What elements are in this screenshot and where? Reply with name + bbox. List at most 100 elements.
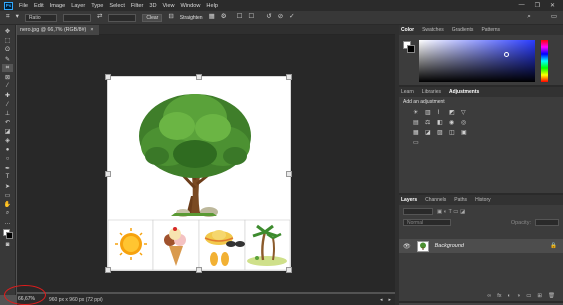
healing-brush-icon[interactable]: ✚ xyxy=(2,92,13,100)
clone-stamp-icon[interactable]: ⊥ xyxy=(2,110,13,118)
paint-bucket-icon[interactable]: ◈ xyxy=(2,137,13,145)
crop-handle-bottom-right[interactable] xyxy=(286,267,292,273)
color-balance-icon[interactable]: ⚖ xyxy=(425,119,434,126)
lasso-tool-icon[interactable]: ʘ xyxy=(2,46,13,54)
close-document-icon[interactable]: × xyxy=(90,27,93,33)
move-tool-icon[interactable]: ✥ xyxy=(2,28,13,36)
eraser-tool-icon[interactable]: ◪ xyxy=(2,128,13,136)
menu-3d[interactable]: 3D xyxy=(149,3,156,9)
status-arrow-right-icon[interactable]: ▸ xyxy=(388,297,391,303)
curves-icon[interactable]: ⌇ xyxy=(437,109,446,116)
content-aware-checkbox[interactable]: ☐ xyxy=(248,14,254,21)
menu-window[interactable]: Window xyxy=(181,3,201,9)
color-picker-marker[interactable] xyxy=(504,52,509,57)
tab-channels[interactable]: Channels xyxy=(425,197,446,203)
commit-check-icon[interactable]: ✓ xyxy=(289,14,294,21)
mask-icon[interactable]: ◐ xyxy=(508,293,511,299)
opacity-input[interactable] xyxy=(535,219,559,226)
menu-view[interactable]: View xyxy=(162,3,174,9)
ratio-dropdown[interactable]: Ratio xyxy=(24,13,57,22)
straighten-icon[interactable]: ⊟ xyxy=(168,14,173,21)
more-tools-icon[interactable]: … xyxy=(2,219,13,227)
vibrance-icon[interactable]: ▽ xyxy=(461,109,470,116)
restore-icon[interactable]: ❐ xyxy=(535,2,540,9)
tab-patterns[interactable]: Patterns xyxy=(481,27,500,33)
chevron-down-icon[interactable]: ▾ xyxy=(16,14,19,21)
type-tool-icon[interactable]: T xyxy=(2,174,13,182)
menu-file[interactable]: File xyxy=(19,3,28,9)
menu-layer[interactable]: Layer xyxy=(71,3,85,9)
swap-icon[interactable]: ⇄ xyxy=(97,14,102,21)
ratio-width-input[interactable] xyxy=(62,13,91,22)
filter-icons[interactable]: ▣ ◐ T ▭ ◪ xyxy=(437,209,465,215)
tab-layers[interactable]: Layers xyxy=(401,197,417,203)
menu-select[interactable]: Select xyxy=(109,3,125,9)
visibility-eye-icon[interactable]: 👁 xyxy=(403,243,411,250)
background-color-swatch[interactable] xyxy=(407,45,415,53)
dodge-tool-icon[interactable]: ○ xyxy=(2,155,13,163)
tab-adjustments[interactable]: Adjustments xyxy=(449,89,479,95)
frame-tool-icon[interactable]: ⊠ xyxy=(2,73,13,81)
posterize-icon[interactable]: ▨ xyxy=(437,129,446,136)
minimize-icon[interactable]: — xyxy=(519,2,525,9)
color-lookup-icon[interactable]: ▦ xyxy=(413,129,422,136)
close-icon[interactable]: ✕ xyxy=(550,2,555,9)
link-layers-icon[interactable]: ∞ xyxy=(487,293,491,299)
menu-image[interactable]: Image xyxy=(50,3,66,9)
trash-icon[interactable]: 🗑 xyxy=(548,293,555,299)
rectangle-tool-icon[interactable]: ▭ xyxy=(2,192,13,200)
grid-overlay-icon[interactable]: ▦ xyxy=(209,14,215,21)
black-white-icon[interactable]: ◧ xyxy=(437,119,446,126)
exposure-icon[interactable]: ◩ xyxy=(449,109,458,116)
settings-gear-icon[interactable]: ⚙ xyxy=(221,14,227,21)
quick-select-tool-icon[interactable]: ✎ xyxy=(2,55,13,63)
layer-kind-filter[interactable] xyxy=(403,208,433,215)
brush-tool-icon[interactable]: ⁄ xyxy=(2,101,13,109)
fx-icon[interactable]: fx xyxy=(497,293,501,299)
delete-cropped-checkbox[interactable]: ☐ xyxy=(237,14,243,21)
layer-name[interactable]: Background xyxy=(435,243,464,249)
tab-learn[interactable]: Learn xyxy=(401,89,414,95)
tab-color[interactable]: Color xyxy=(401,27,414,33)
path-select-icon[interactable]: ➤ xyxy=(2,183,13,191)
blend-mode-dropdown[interactable]: Normal xyxy=(403,219,451,226)
color-field[interactable] xyxy=(419,40,535,82)
photo-filter-icon[interactable]: ◉ xyxy=(449,119,458,126)
menu-type[interactable]: Type xyxy=(91,3,103,9)
reset-icon[interactable]: ↺ xyxy=(266,14,271,21)
selective-color-icon[interactable]: ▣ xyxy=(461,129,470,136)
tab-swatches[interactable]: Swatches xyxy=(422,27,444,33)
blur-tool-icon[interactable]: ● xyxy=(2,146,13,154)
clear-button[interactable]: Clear xyxy=(142,13,163,22)
hand-tool-icon[interactable]: ✋ xyxy=(2,201,13,209)
crop-handle-right[interactable] xyxy=(286,171,292,177)
gradient-map-icon[interactable]: ▭ xyxy=(413,139,422,146)
channel-mixer-icon[interactable]: ◎ xyxy=(461,119,470,126)
crop-handle-top-right[interactable] xyxy=(286,74,292,80)
color-swatches-icon[interactable] xyxy=(2,228,13,240)
menu-edit[interactable]: Edit xyxy=(34,3,44,9)
ratio-height-input[interactable] xyxy=(108,13,137,22)
crop-handle-bottom[interactable] xyxy=(196,267,202,273)
document-info[interactable]: 960 px x 960 px (72 ppi) xyxy=(49,297,103,303)
crop-tool-icon[interactable]: ⌗ xyxy=(6,14,10,21)
crop-handle-bottom-left[interactable] xyxy=(105,267,111,273)
artboard-tool-icon[interactable]: ⬚ xyxy=(2,37,13,45)
tab-gradients[interactable]: Gradients xyxy=(452,27,474,33)
workspace-icon[interactable]: ▭ xyxy=(551,14,557,21)
threshold-icon[interactable]: ◫ xyxy=(449,129,458,136)
crop-handle-top-left[interactable] xyxy=(105,74,111,80)
tab-libraries[interactable]: Libraries xyxy=(422,89,441,95)
eyedropper-tool-icon[interactable]: ⁄ xyxy=(2,83,13,91)
quick-mask-icon[interactable]: ◙ xyxy=(2,242,13,250)
group-folder-icon[interactable]: ▭ xyxy=(526,293,531,299)
pen-tool-icon[interactable]: ✒ xyxy=(2,164,13,172)
adjustment-layer-icon[interactable]: ◑ xyxy=(517,293,520,299)
brightness-contrast-icon[interactable]: ☀ xyxy=(413,109,422,116)
history-brush-icon[interactable]: ↶ xyxy=(2,119,13,127)
crop-handle-top[interactable] xyxy=(196,74,202,80)
crop-tool-icon[interactable]: ⌗ xyxy=(2,64,13,72)
search-icon[interactable]: ⌕ xyxy=(527,14,531,21)
status-arrow-left-icon[interactable]: ◂ xyxy=(380,297,383,303)
cancel-icon[interactable]: ⊘ xyxy=(278,14,283,21)
